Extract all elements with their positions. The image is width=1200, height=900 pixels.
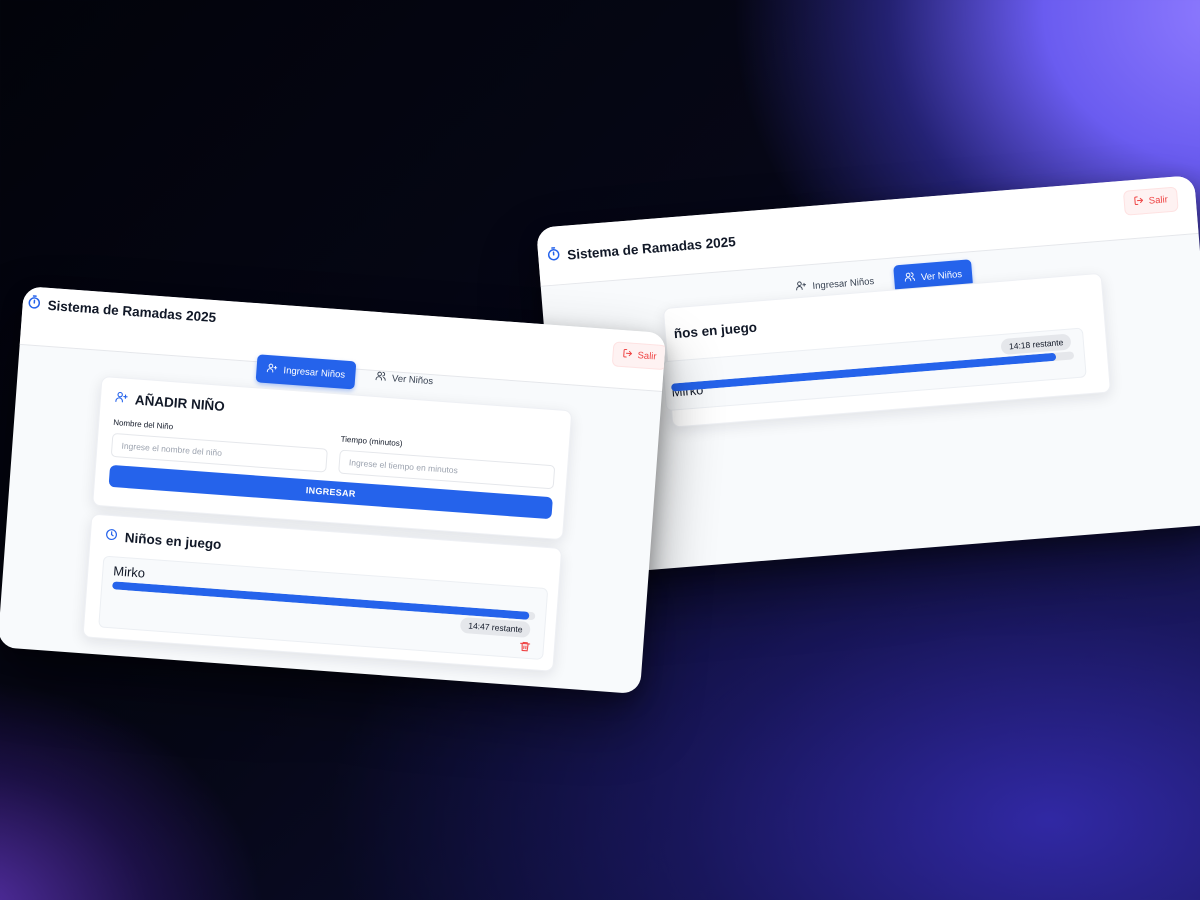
- logout-icon: [1133, 195, 1144, 209]
- time-progress-bar: [670, 351, 1075, 392]
- tab-ingresar-ninos[interactable]: Ingresar Niños: [255, 354, 357, 390]
- stopwatch-icon: [26, 294, 42, 313]
- logout-button[interactable]: Salir: [1122, 186, 1179, 216]
- time-field-label: Tiempo (minutos): [340, 434, 403, 449]
- tab-label: Ingresar Niños: [283, 364, 346, 381]
- stopwatch-icon: [546, 246, 562, 265]
- user-plus-icon: [795, 280, 807, 295]
- active-players-panel: ños en juego Mirko 14:18 restante: [662, 272, 1112, 428]
- tab-label: Ver Niños: [920, 268, 963, 283]
- tab-label: Ver Niños: [391, 372, 434, 387]
- user-plus-icon: [114, 390, 128, 407]
- logout-button[interactable]: Salir: [611, 341, 667, 371]
- time-remaining-badge: 14:47 restante: [459, 616, 532, 638]
- users-icon: [903, 271, 915, 286]
- add-child-title: AÑADIR NIÑO: [114, 390, 225, 414]
- tab-label: Ingresar Niños: [812, 275, 875, 292]
- trash-icon[interactable]: [519, 639, 532, 652]
- panel-title: ños en juego: [673, 320, 757, 342]
- player-row: Mirko 14:47 restante: [98, 555, 549, 661]
- tab-ver-ninos[interactable]: Ver Niños: [364, 362, 444, 396]
- logout-icon: [622, 348, 633, 362]
- player-row: Mirko 14:18 restante: [662, 327, 1087, 412]
- add-child-title-text: AÑADIR NIÑO: [134, 391, 226, 414]
- time-progress-fill: [670, 352, 1057, 392]
- user-plus-icon: [266, 362, 278, 377]
- active-players-title: Niños en juego: [104, 528, 222, 553]
- name-field-label: Nombre del Niño: [112, 417, 174, 432]
- time-progress-fill: [112, 581, 530, 620]
- logout-label: Salir: [637, 350, 657, 363]
- users-icon: [375, 370, 387, 385]
- active-players-title-text: Niños en juego: [124, 529, 222, 552]
- logout-label: Salir: [1148, 194, 1169, 207]
- panel-title-text: ños en juego: [673, 319, 758, 342]
- screen-ingresar-ninos: Sistema de Ramadas 2025 Salir Ingresar N…: [0, 286, 667, 695]
- active-players-panel: Niños en juego Mirko 14:47 restante: [82, 513, 563, 672]
- time-progress-bar: [112, 581, 536, 621]
- add-child-panel: AÑADIR NIÑO Nombre del Niño Tiempo (minu…: [92, 375, 573, 541]
- player-name: Mirko: [112, 563, 146, 581]
- clock-icon: [104, 528, 118, 545]
